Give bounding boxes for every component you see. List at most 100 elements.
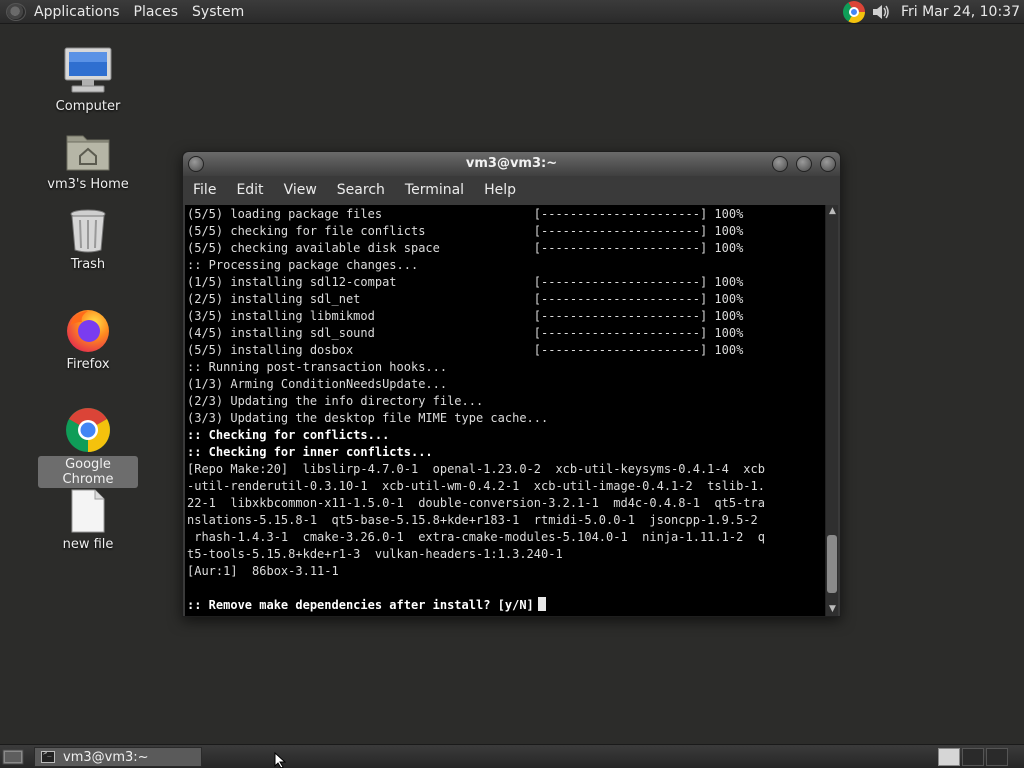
panel-menus: Applications Places System [6,0,258,24]
desktop-icon-label: Trash [70,257,106,272]
maximize-button[interactable] [796,156,812,172]
terminal-line-text: :: Checking for inner conflicts... [187,445,433,459]
system-menu[interactable]: System [192,4,244,20]
terminal-line-text: :: Remove make dependencies after instal… [187,598,534,612]
terminal-line-text: (3/3) Updating the desktop file MIME typ… [187,411,549,425]
terminal-line: :: Checking for inner conflicts... [187,444,825,461]
terminal-line: (5/5) checking available disk space [---… [187,240,825,257]
workspace-1[interactable] [938,748,960,766]
desktop-icon-chrome[interactable]: Google Chrome [38,406,138,488]
terminal-line: (5/5) loading package files [-----------… [187,206,825,223]
menu-file[interactable]: File [193,182,216,198]
terminal-line-text: (2/3) Updating the info directory file..… [187,394,484,408]
home-folder-icon [66,135,110,171]
menu-help[interactable]: Help [484,182,516,198]
terminal-line-text: rhash-1.4.3-1 cmake-3.26.0-1 extra-cmake… [187,530,765,544]
desktop-icon-home[interactable]: vm3's Home [38,128,138,193]
terminal-line: :: Processing package changes... [187,257,825,274]
terminal-line: :: Running post-transaction hooks... [187,359,825,376]
window-menu-button[interactable] [188,156,204,172]
applications-menu[interactable]: Applications [34,4,120,20]
terminal-line-text: :: Processing package changes... [187,258,419,272]
panel-tray: Fri Mar 24, 10:37 [842,0,1020,24]
volume-icon[interactable] [871,2,891,22]
bottom-panel: vm3@vm3:~ [0,744,1024,768]
terminal-line: -util-renderutil-0.3.10-1 xcb-util-wm-0.… [187,478,825,495]
terminal-line-text: (5/5) installing dosbox [---------------… [187,343,744,357]
terminal-line: (5/5) installing dosbox [---------------… [187,342,825,359]
terminal-line-text: (1/5) installing sdl12-compat [---------… [187,275,744,289]
terminal-line-text: nslations-5.15.8-1 qt5-base-5.15.8+kde+r… [187,513,758,527]
terminal-line-text: 22-1 libxkbcommon-x11-1.5.0-1 double-con… [187,496,765,510]
terminal-line: (2/5) installing sdl_net [--------------… [187,291,825,308]
terminal-line: nslations-5.15.8-1 qt5-base-5.15.8+kde+r… [187,512,825,529]
chrome-launcher-icon[interactable] [842,1,865,23]
terminal-line: :: Remove make dependencies after instal… [187,597,825,614]
places-menu[interactable]: Places [134,4,179,20]
terminal-line: (5/5) checking for file conflicts [-----… [187,223,825,240]
chrome-icon [66,408,110,452]
workspace-2[interactable] [962,748,984,766]
terminal-line: (2/3) Updating the info directory file..… [187,393,825,410]
top-panel: Applications Places System Fri Mar 24, 1… [0,0,1024,24]
scrollbar-thumb[interactable] [827,535,837,593]
scroll-down-arrow-icon[interactable]: ▼ [826,603,839,616]
file-icon [71,489,105,533]
terminal-line: [Repo Make:20] libslirp-4.7.0-1 openal-1… [187,461,825,478]
terminal-line-text: [Repo Make:20] libslirp-4.7.0-1 openal-1… [187,462,765,476]
menu-terminal[interactable]: Terminal [405,182,464,198]
terminal-line: (3/5) installing libmikmod [------------… [187,308,825,325]
desktop-icon-computer[interactable]: Computer [38,46,138,115]
terminal-menubar: File Edit View Search Terminal Help [183,176,840,204]
terminal-window[interactable]: vm3@vm3:~ File Edit View Search Terminal… [182,151,841,617]
gnome-logo-icon[interactable] [6,3,26,21]
terminal-cursor [537,597,546,611]
terminal-line: (1/5) installing sdl12-compat [---------… [187,274,825,291]
terminal-line-text: (2/5) installing sdl_net [--------------… [187,292,744,306]
terminal-line: :: Checking for conflicts... [187,427,825,444]
clock[interactable]: Fri Mar 24, 10:37 [901,4,1020,20]
desktop-icon-new-file[interactable]: new file [38,488,138,553]
computer-icon [64,47,112,93]
terminal-line: (3/3) Updating the desktop file MIME typ… [187,410,825,427]
terminal-line: t5-tools-5.15.8+kde+r1-3 vulkan-headers-… [187,546,825,563]
terminal-line-text: [Aur:1] 86box-3.11-1 [187,564,339,578]
menu-view[interactable]: View [284,182,317,198]
window-title: vm3@vm3:~ [465,156,558,171]
terminal-line: (4/5) installing sdl_sound [------------… [187,325,825,342]
terminal-output[interactable]: (5/5) loading package files [-----------… [185,205,825,616]
terminal-line: (1/3) Arming ConditionNeedsUpdate... [187,376,825,393]
terminal-line-text: :: Running post-transaction hooks... [187,360,448,374]
terminal-line-text: t5-tools-5.15.8+kde+r1-3 vulkan-headers-… [187,547,563,561]
taskbar-button-label: vm3@vm3:~ [63,749,149,765]
terminal-line-text: (4/5) installing sdl_sound [------------… [187,326,744,340]
menu-search[interactable]: Search [337,182,385,198]
desktop-icon-firefox[interactable]: Firefox [38,306,138,373]
terminal-line: [Aur:1] 86box-3.11-1 [187,563,825,580]
terminal-scrollbar[interactable]: ▲ ▼ [825,205,838,616]
terminal-line-text: (5/5) checking for file conflicts [-----… [187,224,744,238]
desktop-icon-label: new file [62,537,114,552]
terminal-line-text: -util-renderutil-0.3.10-1 xcb-util-wm-0.… [187,479,765,493]
menu-edit[interactable]: Edit [236,182,263,198]
trash-icon [70,209,106,253]
terminal-line-text: (1/3) Arming ConditionNeedsUpdate... [187,377,448,391]
terminal-icon [41,749,55,763]
workspace-3[interactable] [986,748,1008,766]
desktop-icon-label: Computer [55,99,121,114]
window-titlebar[interactable]: vm3@vm3:~ [183,152,840,176]
close-button[interactable] [820,156,836,172]
terminal-line-text: (5/5) loading package files [-----------… [187,207,744,221]
terminal-line: rhash-1.4.3-1 cmake-3.26.0-1 extra-cmake… [187,529,825,546]
desktop-icon-label: Firefox [66,357,110,372]
desktop-icon-label: vm3's Home [47,177,129,192]
minimize-button[interactable] [772,156,788,172]
terminal-line: 22-1 libxkbcommon-x11-1.5.0-1 double-con… [187,495,825,512]
terminal-line-text: (3/5) installing libmikmod [------------… [187,309,744,323]
taskbar-terminal-button[interactable]: vm3@vm3:~ [34,747,202,767]
desktop-icon-label: Google Chrome [38,456,138,488]
scroll-up-arrow-icon[interactable]: ▲ [826,205,839,218]
show-desktop-icon[interactable] [2,748,24,766]
desktop-icon-trash[interactable]: Trash [38,208,138,273]
terminal-line-text: :: Checking for conflicts... [187,428,390,442]
